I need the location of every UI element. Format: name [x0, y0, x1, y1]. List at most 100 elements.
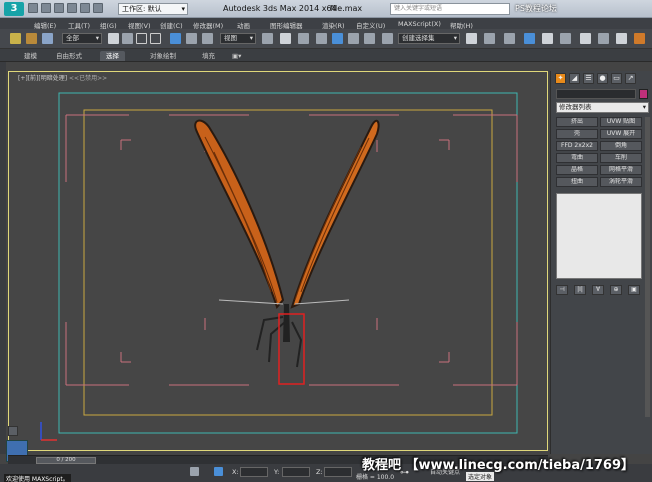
select-object-icon[interactable]	[108, 33, 119, 44]
front-viewport[interactable]	[8, 71, 548, 451]
maxscript-listener[interactable]: 欢迎使用 MAXScript。	[4, 474, 71, 482]
render-setup-icon[interactable]	[598, 33, 609, 44]
time-slider-handle[interactable]: 0 / 200	[36, 457, 96, 464]
scale-icon[interactable]	[202, 33, 213, 44]
angle-snap-icon[interactable]	[332, 33, 343, 44]
bend-button[interactable]: 弯曲	[556, 153, 598, 163]
absolute-mode-icon[interactable]	[214, 467, 223, 476]
redo-icon[interactable]	[80, 3, 90, 13]
named-selection-dropdown[interactable]: 创建选择集	[398, 33, 460, 44]
open-file-icon[interactable]	[41, 3, 51, 13]
tab-modeling[interactable]: 建模	[18, 51, 43, 61]
bevel-button[interactable]: 倒角	[600, 141, 642, 151]
viewport-shading[interactable]: [明暗处理]	[38, 75, 67, 82]
pivot-center-icon[interactable]	[262, 33, 273, 44]
coord-z-field[interactable]	[324, 467, 352, 477]
utilities-tab-icon[interactable]: ↗	[625, 73, 636, 84]
viewport-layout-icon[interactable]	[8, 426, 18, 436]
ribbon-tabs: 建模 自由形式 选择 对象绘制 填充 ▣▾	[0, 49, 652, 62]
percent-snap-icon[interactable]	[348, 33, 359, 44]
uvw-map-button[interactable]: UVW 贴图	[600, 117, 642, 127]
watermark-bottom: 教程吧 【www.linecg.com/tieba/1769】	[362, 458, 635, 473]
render-teapot-icon[interactable]	[634, 33, 645, 44]
lattice-button[interactable]: 晶格	[556, 165, 598, 175]
rect-selection-icon[interactable]	[136, 33, 147, 44]
layer-manager-icon[interactable]	[504, 33, 515, 44]
undo-icon[interactable]	[67, 3, 77, 13]
tab-object-paint[interactable]: 对象绘制	[144, 51, 182, 61]
reference-coord-dropdown[interactable]: 视图	[220, 33, 256, 44]
watermark-top: PS教程论坛	[515, 4, 557, 13]
object-name-field[interactable]	[556, 89, 636, 99]
align-icon[interactable]	[484, 33, 495, 44]
curve-editor-icon[interactable]	[542, 33, 553, 44]
lathe-button[interactable]: 车削	[600, 153, 642, 163]
modifier-stack[interactable]	[556, 193, 642, 279]
material-editor-icon[interactable]	[580, 33, 591, 44]
grid-size: 栅格 = 100.0	[356, 474, 395, 481]
selection-filter-dropdown[interactable]: 全部	[62, 33, 102, 44]
bind-spacewarp-icon[interactable]	[42, 33, 53, 44]
save-file-icon[interactable]	[54, 3, 64, 13]
command-panel-scrollbar[interactable]	[645, 117, 650, 417]
app-logo-icon[interactable]: 3	[4, 2, 24, 16]
viewport-label[interactable]: [+][前][明暗处理] <<已禁用>>	[18, 73, 107, 82]
menu-bar: 编辑(E) 工具(T) 组(G) 视图(V) 创建(C) 修改器(M) 动画 图…	[0, 18, 652, 30]
extrude-button[interactable]: 挤出	[556, 117, 598, 127]
quick-access-toolbar	[28, 3, 103, 13]
coord-x-field[interactable]	[240, 467, 268, 477]
spinner-snap-icon[interactable]	[364, 33, 375, 44]
workspace-dropdown[interactable]: 工作区: 默认	[118, 3, 188, 15]
project-folder-icon[interactable]	[93, 3, 103, 13]
viewport-view[interactable]: [前]	[28, 75, 39, 82]
snap-toggle-icon[interactable]	[316, 33, 327, 44]
search-input[interactable]: 键入关键字或短语	[390, 3, 510, 15]
hierarchy-tab-icon[interactable]: ☰	[583, 73, 594, 84]
create-tab-icon[interactable]: ✦	[555, 73, 566, 84]
tab-selection[interactable]: 选择	[100, 51, 125, 61]
twist-button[interactable]: 扭曲	[556, 177, 598, 187]
schematic-view-icon[interactable]	[560, 33, 571, 44]
coord-y-label: Y:	[274, 468, 280, 476]
move-icon[interactable]	[170, 33, 181, 44]
display-tab-icon[interactable]: ▭	[611, 73, 622, 84]
keyboard-shortcut-icon[interactable]	[298, 33, 309, 44]
tab-populate[interactable]: 填充	[196, 51, 221, 61]
tab-freeform[interactable]: 自由形式	[50, 51, 88, 61]
selected-dropdown[interactable]: 选定对象	[466, 472, 495, 481]
motion-tab-icon[interactable]: ●	[597, 73, 608, 84]
shell-button[interactable]: 壳	[556, 129, 598, 139]
configure-sets-icon[interactable]: ▣	[628, 285, 640, 295]
show-end-result-icon[interactable]: |I|	[574, 285, 586, 295]
ffd-button[interactable]: FFD 2x2x2	[556, 141, 598, 151]
command-panel: ✦ ◢ ☰ ● ▭ ↗ 修改器列表 挤出 UVW 贴图 壳 UVW 展开 FFD…	[550, 71, 652, 454]
lock-selection-icon[interactable]	[190, 467, 199, 476]
link-icon[interactable]	[10, 33, 21, 44]
graphite-ribbon-icon[interactable]	[524, 33, 535, 44]
select-by-name-icon[interactable]	[122, 33, 133, 44]
viewport-menu[interactable]: [+]	[18, 75, 28, 82]
file-name: file.max	[330, 4, 363, 13]
object-color-swatch[interactable]	[639, 89, 648, 99]
remove-modifier-icon[interactable]: ⊕	[610, 285, 622, 295]
new-file-icon[interactable]	[28, 3, 38, 13]
modify-tab-icon[interactable]: ◢	[569, 73, 580, 84]
turbosmooth-button[interactable]: 涡轮平滑	[600, 177, 642, 187]
coord-y-field[interactable]	[282, 467, 310, 477]
ribbon-options-icon[interactable]: ▣▾	[226, 51, 247, 61]
select-manipulate-icon[interactable]	[280, 33, 291, 44]
unlink-icon[interactable]	[26, 33, 37, 44]
edit-named-sets-icon[interactable]	[382, 33, 393, 44]
rendered-frame-icon[interactable]	[616, 33, 627, 44]
menu-maxscript[interactable]: MAXScript(X)	[398, 20, 441, 28]
make-unique-icon[interactable]: ∀	[592, 285, 604, 295]
mirror-icon[interactable]	[466, 33, 477, 44]
modifier-list-dropdown[interactable]: 修改器列表	[556, 102, 649, 113]
unwrap-uvw-button[interactable]: UVW 展开	[600, 129, 642, 139]
rotate-icon[interactable]	[186, 33, 197, 44]
left-strip	[0, 62, 6, 454]
meshsmooth-button[interactable]: 网格平滑	[600, 165, 642, 175]
pin-stack-icon[interactable]: ⊣	[556, 285, 568, 295]
butterfly-model[interactable]	[194, 119, 380, 368]
window-crossing-icon[interactable]	[150, 33, 161, 44]
